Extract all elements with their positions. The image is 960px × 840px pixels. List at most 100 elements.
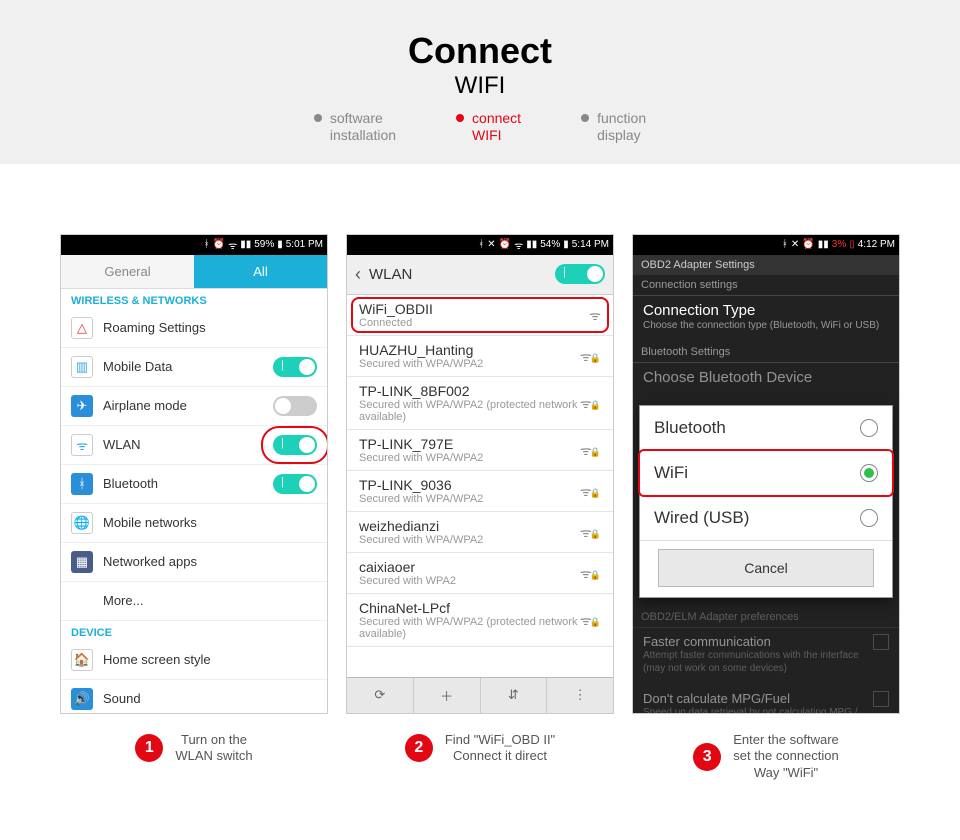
hero-section: Connect WIFI softwareinstallation connec… bbox=[0, 0, 960, 164]
step-text: Enter the software set the connection Wa… bbox=[733, 732, 839, 783]
bluetooth-toggle[interactable] bbox=[273, 474, 317, 494]
phone-1: ᚼ ⏰ ᯤ ▮▮ 59% ▮ 5:01 PM General All WIREL… bbox=[60, 234, 328, 813]
airplane-toggle[interactable] bbox=[273, 396, 317, 416]
cancel-button[interactable]: Cancel bbox=[658, 549, 874, 587]
bluetooth-icon: ᚼ bbox=[204, 239, 210, 250]
checkbox-icon[interactable] bbox=[873, 634, 889, 650]
network-sub: Secured with WPA/WPA2 bbox=[359, 358, 580, 370]
row-networked-apps[interactable]: ▦ Networked apps bbox=[61, 543, 327, 582]
mute-icon: ✕ bbox=[791, 239, 799, 250]
step-text: Find "WiFi_OBD II" Connect it direct bbox=[445, 732, 555, 766]
lock-icon: 🔒 bbox=[590, 400, 601, 411]
wifi-icon: ᯤ bbox=[228, 238, 237, 252]
plus-icon: ＋ bbox=[440, 686, 453, 705]
signal-icon: ▮▮ bbox=[526, 239, 537, 250]
dot-icon bbox=[314, 114, 322, 122]
row-label: Mobile networks bbox=[103, 515, 317, 530]
network-row[interactable]: caixiaoerSecured with WPA2ᯤ🔒 bbox=[347, 553, 613, 594]
mpg-block[interactable]: Don't calculate MPG/Fuel Speed up data r… bbox=[633, 685, 899, 714]
lock-icon: 🔒 bbox=[590, 570, 601, 581]
wifi-direct-icon: ⇵ bbox=[508, 687, 519, 703]
network-sub: Secured with WPA2 bbox=[359, 575, 580, 587]
network-row[interactable]: TP-LINK_9036Secured with WPA/WPA2ᯤ🔒 bbox=[347, 471, 613, 512]
add-network-button[interactable]: ＋ bbox=[414, 678, 481, 713]
faster-desc: Attempt faster communications with the i… bbox=[643, 649, 865, 675]
network-row[interactable]: ChinaNet-LPcfSecured with WPA/WPA2 (prot… bbox=[347, 594, 613, 647]
network-name: TP-LINK_8BF002 bbox=[359, 383, 580, 399]
row-roaming[interactable]: △ Roaming Settings bbox=[61, 309, 327, 348]
airplane-icon: ✈ bbox=[71, 395, 93, 417]
connection-type-block[interactable]: Connection Type Choose the connection ty… bbox=[633, 296, 899, 342]
option-bluetooth[interactable]: Bluetooth bbox=[640, 406, 892, 451]
status-bar: ᚼ ✕ ⏰ ▮▮ 3% ▯ 4:12 PM bbox=[633, 235, 899, 255]
lock-icon: 🔒 bbox=[590, 488, 601, 499]
mpg-heading: Don't calculate MPG/Fuel bbox=[643, 691, 865, 706]
battery-pct: 59% bbox=[254, 239, 274, 250]
battery-icon: ▮ bbox=[563, 239, 569, 250]
network-row[interactable]: TP-LINK_8BF002Secured with WPA/WPA2 (pro… bbox=[347, 377, 613, 430]
bars-icon: ▥ bbox=[71, 356, 93, 378]
wlan-footer: ⟳ ＋ ⇵ ⋮ bbox=[347, 677, 613, 713]
status-bar: ᚼ ✕ ⏰ ᯤ ▮▮ 54% ▮ 5:14 PM bbox=[347, 235, 613, 255]
radio-icon bbox=[860, 419, 878, 437]
network-sub: Secured with WPA/WPA2 (protected network… bbox=[359, 616, 580, 640]
hero-subtitle: WIFI bbox=[0, 72, 960, 100]
crumb-connect-wifi[interactable]: connectWIFI bbox=[456, 110, 521, 144]
network-row[interactable]: HUAZHU_HantingSecured with WPA/WPA2ᯤ🔒 bbox=[347, 336, 613, 377]
option-wifi[interactable]: WiFi bbox=[640, 451, 892, 496]
row-bluetooth[interactable]: ᚼ Bluetooth bbox=[61, 465, 327, 504]
row-more[interactable]: More... bbox=[61, 582, 327, 621]
dot-icon bbox=[581, 114, 589, 122]
wlan-master-toggle[interactable] bbox=[555, 264, 605, 284]
mpg-desc: Speed up data retrieval by not calculati… bbox=[643, 706, 865, 714]
lock-icon: 🔒 bbox=[590, 353, 601, 364]
network-row[interactable]: weizhedianziSecured with WPA/WPA2ᯤ🔒 bbox=[347, 512, 613, 553]
wifi-icon: ᯤ bbox=[589, 306, 601, 324]
screen-obd-settings: ᚼ ✕ ⏰ ▮▮ 3% ▯ 4:12 PM OBD2 Adapter Setti… bbox=[632, 234, 900, 714]
tabs: General All bbox=[61, 255, 327, 289]
option-wired[interactable]: Wired (USB) bbox=[640, 496, 892, 541]
network-name: TP-LINK_797E bbox=[359, 436, 580, 452]
hero-title: Connect bbox=[0, 30, 960, 72]
battery-icon: ▮ bbox=[277, 239, 283, 250]
status-time: 5:01 PM bbox=[286, 239, 323, 250]
network-sub: Secured with WPA/WPA2 bbox=[359, 534, 580, 546]
tab-all[interactable]: All bbox=[194, 255, 327, 289]
choose-bt-block: Choose Bluetooth Device bbox=[633, 363, 899, 396]
status-bar: ᚼ ⏰ ᯤ ▮▮ 59% ▮ 5:01 PM bbox=[61, 235, 327, 255]
tab-general[interactable]: General bbox=[61, 255, 194, 289]
mobile-data-toggle[interactable] bbox=[273, 357, 317, 377]
status-time: 4:12 PM bbox=[858, 239, 895, 250]
refresh-button[interactable]: ⟳ bbox=[347, 678, 414, 713]
checkbox-icon[interactable] bbox=[873, 691, 889, 707]
row-label: More... bbox=[103, 593, 317, 608]
step-number: 3 bbox=[693, 743, 721, 771]
bluetooth-icon: ᚼ bbox=[478, 239, 484, 250]
battery-pct: 3% bbox=[832, 239, 846, 250]
row-sound[interactable]: 🔊 Sound bbox=[61, 680, 327, 714]
network-row[interactable]: TP-LINK_797ESecured with WPA/WPA2ᯤ🔒 bbox=[347, 430, 613, 471]
faster-comm-block[interactable]: Faster communication Attempt faster comm… bbox=[633, 628, 899, 685]
back-icon[interactable]: ‹ bbox=[355, 264, 361, 285]
row-wlan[interactable]: ᯤ WLAN bbox=[61, 426, 327, 465]
alarm-icon: ⏰ bbox=[499, 239, 511, 250]
radio-icon bbox=[860, 464, 878, 482]
header-title: WLAN bbox=[369, 266, 547, 283]
menu-icon: ⋮ bbox=[574, 687, 587, 703]
screen-wlan: ᚼ ✕ ⏰ ᯤ ▮▮ 54% ▮ 5:14 PM ‹ WLAN WiFi_OBD… bbox=[346, 234, 614, 714]
network-row[interactable]: WiFi_OBDIIConnectedᯤ bbox=[347, 295, 613, 336]
refresh-icon: ⟳ bbox=[374, 687, 385, 703]
row-mobile-data[interactable]: ▥ Mobile Data bbox=[61, 348, 327, 387]
menu-button[interactable]: ⋮ bbox=[547, 678, 613, 713]
crumb-function-display[interactable]: functiondisplay bbox=[581, 110, 646, 144]
triangle-icon: △ bbox=[71, 317, 93, 339]
wlan-toggle[interactable] bbox=[273, 435, 317, 455]
row-home-style[interactable]: 🏠 Home screen style bbox=[61, 641, 327, 680]
direct-button[interactable]: ⇵ bbox=[481, 678, 548, 713]
row-airplane[interactable]: ✈ Airplane mode bbox=[61, 387, 327, 426]
row-label: Mobile Data bbox=[103, 359, 263, 374]
lock-icon: 🔒 bbox=[590, 447, 601, 458]
row-mobile-networks[interactable]: 🌐 Mobile networks bbox=[61, 504, 327, 543]
network-sub: Secured with WPA/WPA2 bbox=[359, 493, 580, 505]
crumb-software-installation[interactable]: softwareinstallation bbox=[314, 110, 396, 144]
